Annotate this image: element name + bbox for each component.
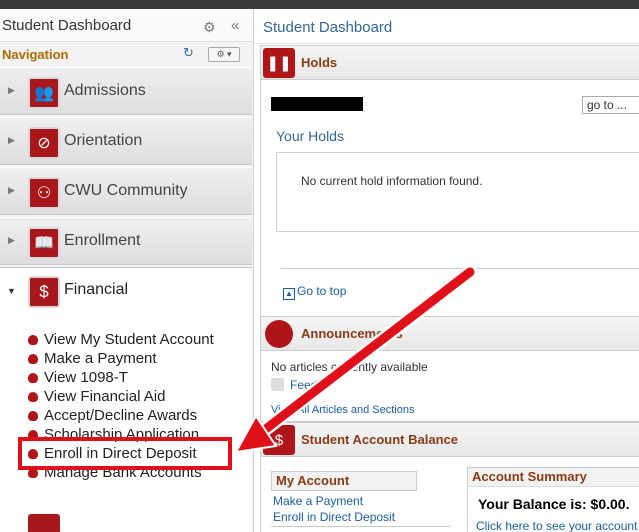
collapse-icon[interactable]: « <box>231 17 239 34</box>
folder-orientation[interactable]: ▶ ⊘ Orientation <box>0 117 252 165</box>
holds-header: ❚❚ Holds <box>261 46 639 80</box>
folder-enrollment[interactable]: ▶ 📖 Enrollment <box>0 217 252 265</box>
divider <box>281 268 639 269</box>
expand-arrow-icon: ▶ <box>8 235 15 245</box>
folder-label[interactable]: Financial <box>64 281 128 299</box>
speech-bubble-icon <box>265 320 293 348</box>
make-payment-link[interactable]: Make a Payment <box>273 494 363 508</box>
holds-pagelet: ❚❚ Holds go to ... Your Holds No current… <box>260 45 639 317</box>
sidebar-title: Student Dashboard <box>2 16 132 34</box>
my-account-heading: My Account <box>271 471 417 491</box>
page-title: Student Dashboard <box>263 19 393 36</box>
rss-icon <box>271 378 284 391</box>
book-icon: 📖 <box>28 227 60 259</box>
navigation-label: Navigation <box>2 46 69 62</box>
announcements-title: Announcements <box>301 326 403 341</box>
arrow-up-icon: ▲ <box>283 288 295 300</box>
folder-financial: ▼ $ Financial View My Student Account Ma… <box>0 267 252 532</box>
main-content: Student Dashboard ❚❚ Holds go to ... You… <box>255 9 639 532</box>
no-articles-message: No articles currently available <box>271 360 428 374</box>
no-hold-message: No current hold information found. <box>301 174 483 188</box>
folder-label: Orientation <box>64 132 143 149</box>
community-icon: ⚇ <box>28 177 60 209</box>
expand-arrow-icon: ▶ <box>8 185 15 195</box>
expand-arrow-icon: ▶ <box>8 135 15 145</box>
sidebar-header: Student Dashboard ⚙ « <box>0 9 253 42</box>
balance-title: Student Account Balance <box>301 432 458 447</box>
goto-top-link[interactable]: ▲ Go to top <box>283 284 346 300</box>
dollar-icon: $ <box>28 276 60 308</box>
folder-label: CWU Community <box>64 182 188 199</box>
redacted-name <box>271 97 363 111</box>
menu-item-view-my-student-account[interactable]: View My Student Account <box>28 330 248 349</box>
folder-cwu-community[interactable]: ▶ ⚇ CWU Community <box>0 167 252 215</box>
menu-item-view-financial-aid[interactable]: View Financial Aid <box>28 387 248 406</box>
menu-item-make-a-payment[interactable]: Make a Payment <box>28 349 248 368</box>
balance-pagelet: $ Student Account Balance My Account Mak… <box>260 422 639 532</box>
direct-deposit-link[interactable]: Enroll in Direct Deposit <box>273 510 395 524</box>
view-all-link[interactable]: View All Articles and Sections <box>271 404 414 416</box>
feed-link[interactable]: Feed ▾ <box>271 378 327 392</box>
folder-label: Admissions <box>64 82 146 99</box>
announcements-pagelet: Announcements No articles currently avai… <box>260 316 639 422</box>
people-icon: 👥 <box>28 77 60 109</box>
divider <box>255 43 639 44</box>
account-summary-heading: Account Summary <box>468 468 639 487</box>
bullet-icon <box>28 335 38 345</box>
compass-icon: ⊘ <box>28 127 60 159</box>
announcements-header: Announcements <box>261 317 639 351</box>
top-bar <box>0 0 639 9</box>
bullet-icon <box>28 373 38 383</box>
menu-item-accept-decline-awards[interactable]: Accept/Decline Awards <box>28 406 248 425</box>
folder-admissions[interactable]: ▶ 👥 Admissions <box>0 67 252 115</box>
your-holds-heading: Your Holds <box>276 128 344 144</box>
see-account-link[interactable]: Click here to see your account <box>476 519 637 532</box>
account-summary: Account Summary Your Balance is: $0.00. … <box>467 467 639 532</box>
navigation-bar: Navigation ↻ ⚙ ▾ <box>0 42 253 66</box>
money-bag-icon: $ <box>263 425 295 455</box>
holds-title: Holds <box>301 55 338 70</box>
refresh-icon[interactable]: ↻ <box>183 45 194 61</box>
expand-arrow-icon: ▶ <box>8 85 15 95</box>
highlight-box <box>18 437 232 470</box>
bullet-icon <box>28 411 38 421</box>
collapse-arrow-icon[interactable]: ▼ <box>7 286 16 296</box>
folder-label: Enrollment <box>64 232 141 249</box>
menu-item-view-1098-t[interactable]: View 1098-T <box>28 368 248 387</box>
balance-text: Your Balance is: $0.00. <box>478 496 630 512</box>
divider <box>271 526 451 532</box>
bullet-icon <box>28 392 38 402</box>
balance-header: $ Student Account Balance <box>261 423 639 457</box>
gear-icon[interactable]: ⚙ <box>203 19 216 36</box>
next-folder-icon <box>28 514 60 532</box>
holds-box: No current hold information found. <box>276 152 639 232</box>
bullet-icon <box>28 354 38 364</box>
options-gear-dropdown[interactable]: ⚙ ▾ <box>208 47 240 62</box>
pause-icon: ❚❚ <box>263 48 295 78</box>
goto-select[interactable]: go to ... <box>582 96 639 114</box>
